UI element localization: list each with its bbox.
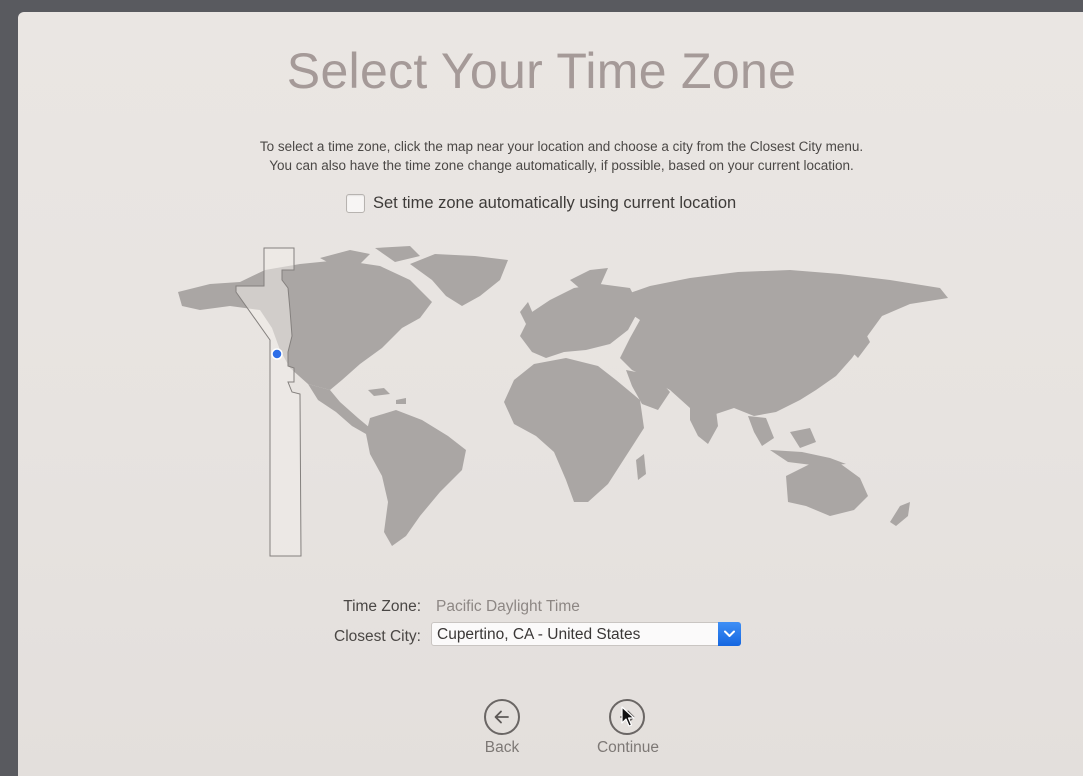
world-map[interactable] <box>170 240 960 560</box>
page-title: Select Your Time Zone <box>286 43 797 99</box>
landmass-india <box>690 406 718 444</box>
landmass-madagascar <box>636 454 646 480</box>
description-line-2: You can also have the time zone change a… <box>269 158 854 173</box>
landmass-arctic-islands <box>320 246 420 266</box>
landmass-europe <box>520 284 640 358</box>
chevron-down-icon[interactable] <box>718 622 741 646</box>
back-button[interactable] <box>484 699 520 735</box>
closest-city-value: Cupertino, CA - United States <box>437 626 641 643</box>
auto-timezone-checkbox[interactable] <box>346 193 365 213</box>
landmass-north-america <box>178 260 432 390</box>
mouse-cursor-icon <box>621 706 635 727</box>
auto-timezone-label[interactable]: Set time zone automatically using curren… <box>373 194 736 213</box>
arrow-left-icon <box>494 710 509 724</box>
landmass-new-zealand <box>890 502 910 526</box>
time-zone-label: Time Zone: <box>343 598 421 615</box>
closest-city-label: Closest City: <box>334 628 421 645</box>
landmass-southeast-asia <box>748 416 774 446</box>
auto-timezone-option[interactable]: Set time zone automatically using curren… <box>346 192 736 214</box>
continue-label[interactable]: Continue <box>582 739 674 757</box>
location-marker <box>271 348 283 360</box>
time-zone-value: Pacific Daylight Time <box>436 598 580 615</box>
landmass-borneo <box>790 428 816 448</box>
landmass-africa <box>504 358 644 502</box>
landmass-south-america <box>366 410 466 546</box>
landmass-caribbean <box>368 388 406 404</box>
description-line-1: To select a time zone, click the map nea… <box>259 139 864 154</box>
landmass-australia <box>786 462 868 516</box>
closest-city-select[interactable]: Cupertino, CA - United States <box>431 622 741 646</box>
landmass-central-america <box>308 384 370 434</box>
back-label[interactable]: Back <box>468 739 536 757</box>
